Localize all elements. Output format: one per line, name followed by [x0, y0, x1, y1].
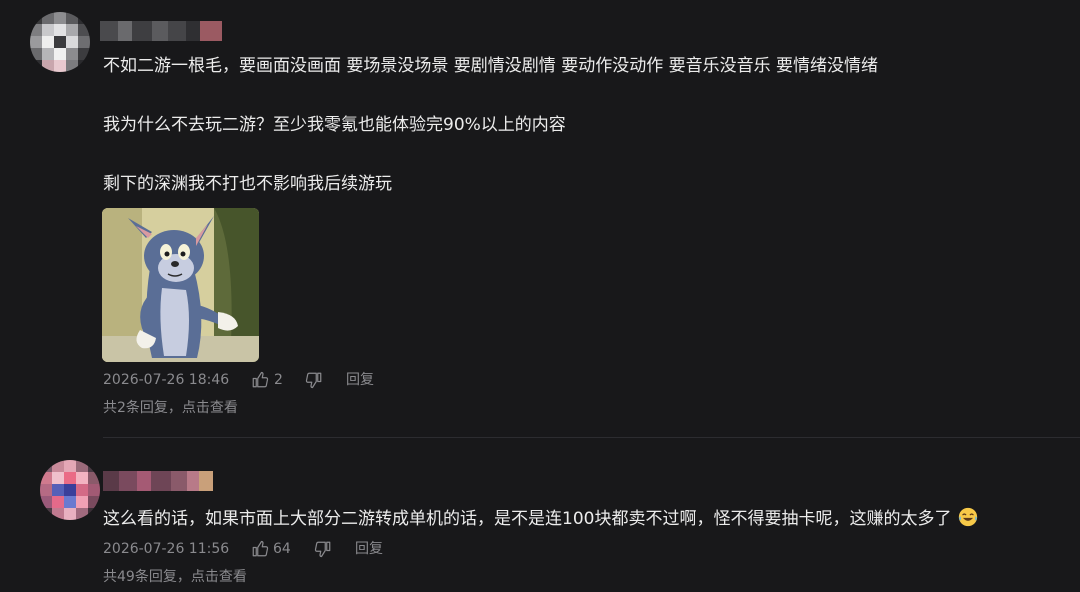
laughing-tears-emoji-icon — [958, 507, 978, 527]
comment-item: 这么看的话，如果市面上大部分二游转成单机的话，是不是连100块都卖不过啊，怪不得… — [0, 438, 1080, 592]
view-replies-link[interactable]: 共49条回复，点击查看 — [103, 567, 247, 587]
comment-meta: 2026-07-26 18:46 2 回复 — [103, 370, 503, 390]
comment-text-line: 剩下的深渊我不打也不影响我后续游玩 — [103, 174, 392, 194]
tom-cat-shrug-meme-image[interactable] — [102, 208, 259, 362]
comment-text-line: 我为什么不去玩二游？至少我零氪也能体验完90%以上的内容 — [103, 115, 566, 135]
comment-text: 这么看的话，如果市面上大部分二游转成单机的话，是不是连100块都卖不过啊，怪不得… — [103, 509, 952, 529]
view-replies-link[interactable]: 共2条回复，点击查看 — [103, 398, 238, 418]
like-icon[interactable] — [251, 540, 269, 558]
avatar[interactable] — [40, 460, 100, 520]
timestamp: 2026-07-26 18:46 — [103, 372, 230, 388]
like-count: 64 — [273, 541, 291, 557]
comment-text-line: 不如二游一根毛，要画面没画面 要场景没场景 要剧情没剧情 要动作没动作 要音乐没… — [103, 56, 879, 76]
like-count: 2 — [274, 372, 283, 388]
comment-meta: 2026-07-26 11:56 64 回复 — [103, 539, 503, 559]
tom-cat-icon — [102, 208, 259, 362]
dislike-icon[interactable] — [314, 540, 332, 558]
username-redacted[interactable] — [103, 471, 213, 491]
reply-button[interactable]: 回复 — [346, 370, 374, 390]
dislike-icon[interactable] — [305, 371, 323, 389]
comment-text-line: 这么看的话，如果市面上大部分二游转成单机的话，是不是连100块都卖不过啊，怪不得… — [103, 506, 979, 531]
avatar[interactable] — [30, 12, 90, 72]
reply-button[interactable]: 回复 — [355, 539, 383, 559]
timestamp: 2026-07-26 11:56 — [103, 541, 230, 557]
like-icon[interactable] — [251, 371, 269, 389]
comment-item: 不如二游一根毛，要画面没画面 要场景没场景 要剧情没剧情 要动作没动作 要音乐没… — [0, 0, 1080, 437]
username-redacted[interactable] — [100, 21, 230, 41]
